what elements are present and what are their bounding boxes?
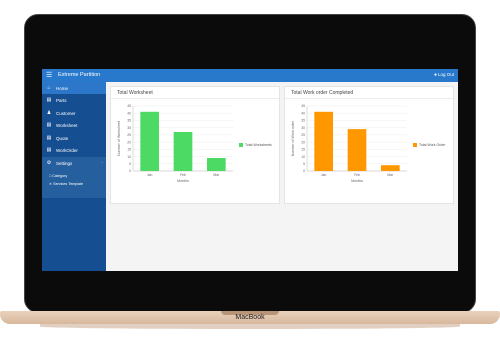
y-tick-label: 40 [127, 111, 131, 115]
user-icon: ● [433, 72, 437, 78]
home-icon: ⌂ [47, 85, 51, 91]
y-tick-label: 5 [129, 162, 131, 166]
logout-label: Log Out [437, 72, 454, 77]
y-tick-label: 45 [301, 104, 305, 108]
chevron-up-icon: ˆ [101, 161, 103, 166]
y-tick-label: 10 [127, 155, 131, 159]
chart-legend: Total Work Order [413, 143, 446, 148]
list-icon: ▤ [46, 97, 52, 103]
workorder-card: Total Work order Completed 0 5 10 15 20 25 30 3… [284, 86, 454, 204]
document-icon: ▤ [46, 135, 52, 141]
document-icon: ▤ [46, 147, 52, 153]
x-tick-label: Jan [147, 173, 153, 177]
app-screen: ☰ Extreme Partition ●Log Out ⌂ Home ▤ Pa… [42, 69, 458, 271]
legend-swatch [413, 143, 417, 148]
sidebar-item-label: WorkOrder [56, 148, 78, 153]
y-tick-label: 45 [127, 104, 131, 108]
legend-label: Total Worksheets [245, 143, 272, 147]
app-title: Extreme Partition [58, 72, 101, 78]
sidebar-subitem-label: Category [52, 174, 68, 178]
y-tick-label: 0 [303, 169, 305, 173]
y-tick-label: 15 [127, 148, 131, 152]
x-tick-label: Feb [354, 173, 360, 177]
sidebar-item-label: Worksheet [56, 123, 78, 128]
chart-bar [173, 132, 193, 171]
sidebar-item-label: Quote [56, 136, 69, 141]
x-tick-label: Mar [387, 173, 394, 177]
user-icon: ♟ [46, 110, 52, 116]
sidebar-item-settings[interactable]: ⚙ Settings ˆ [42, 157, 106, 169]
y-tick-label: 0 [129, 169, 131, 173]
top-bar: ☰ Extreme Partition ●Log Out [42, 69, 458, 82]
y-tick-label: 20 [301, 140, 305, 144]
sidebar-item-customer[interactable]: ♟ Customer [42, 107, 106, 119]
sidebar-item-label: Parts [56, 98, 67, 103]
laptop-base-shadow [40, 324, 460, 329]
chart-bar [314, 111, 333, 171]
y-tick-label: 35 [301, 119, 305, 123]
y-tick-label: 30 [301, 126, 305, 130]
sidebar-item-label: Settings [56, 161, 73, 166]
hamburger-menu-icon[interactable]: ☰ [46, 71, 52, 79]
y-tick-label: 10 [301, 155, 305, 159]
sidebar-item-worksheet[interactable]: ▤ Worksheet [42, 119, 106, 131]
sidebar-item-label: Home [56, 86, 69, 91]
folder-icon: □ [49, 174, 52, 178]
sidebar-subitem-category[interactable]: □ Category [49, 174, 67, 178]
sidebar-item-parts[interactable]: ▤ Parts [42, 94, 106, 106]
x-tick-label: Mar [213, 173, 220, 177]
sidebar-item-workorder[interactable]: ▤ WorkOrder [42, 144, 106, 156]
tools-icon: ✕ [49, 182, 53, 186]
chart-bar [207, 158, 226, 171]
sidebar-subitem-services-template[interactable]: ✕ Services Template [49, 182, 83, 186]
chart-bar [347, 129, 367, 171]
y-axis-label: Number of Work order [291, 120, 295, 156]
chart-bar [381, 165, 400, 171]
settings-section: ⚙ Settings ˆ □ Category ✕ Services Templ… [42, 157, 106, 198]
logout-link[interactable]: ●Log Out [434, 72, 454, 78]
y-tick-label: 25 [301, 133, 305, 137]
y-tick-label: 5 [303, 162, 305, 166]
chart-legend: Total Worksheets [239, 143, 272, 148]
y-tick-label: 30 [127, 126, 131, 130]
sidebar-item-quote[interactable]: ▤ Quote [42, 132, 106, 144]
y-tick-label: 40 [301, 111, 305, 115]
y-tick-label: 15 [301, 148, 305, 152]
sidebar-subitem-label: Services Template [53, 182, 84, 186]
sidebar-item-home[interactable]: ⌂ Home [42, 82, 106, 94]
x-axis-label: Months [351, 179, 363, 183]
worksheet-card: Total Worksheet 0 5 10 15 20 25 30 35 40 45 Jan Feb… [110, 86, 280, 204]
card-title: Total Work order Completed [291, 90, 354, 96]
x-axis-label: Months [177, 179, 189, 183]
x-tick-label: Feb [180, 173, 186, 177]
legend-label: Total Work Order [419, 143, 446, 147]
x-tick-label: Jan [321, 173, 327, 177]
y-tick-label: 20 [127, 140, 131, 144]
y-axis-label: Number of Worksheet [117, 121, 121, 156]
device-brand: MacBook [235, 314, 265, 321]
worksheet-bar-chart: 0 5 10 15 20 25 30 35 40 45 Jan Feb Mar Months Number … [117, 104, 233, 183]
workorder-bar-chart: 0 5 10 15 20 25 30 35 40 45 Jan Feb Mar Months Number … [291, 104, 407, 183]
chart-bar [140, 111, 159, 171]
gear-icon: ⚙ [46, 160, 52, 166]
legend-swatch [239, 143, 243, 148]
y-tick-label: 25 [127, 133, 131, 137]
sidebar: ⌂ Home ▤ Parts ♟ Customer ▤ Worksheet ▤ … [42, 82, 106, 271]
document-icon: ▤ [46, 122, 52, 128]
y-tick-label: 35 [127, 119, 131, 123]
card-title: Total Worksheet [117, 90, 153, 96]
sidebar-item-label: Customer [56, 111, 76, 116]
